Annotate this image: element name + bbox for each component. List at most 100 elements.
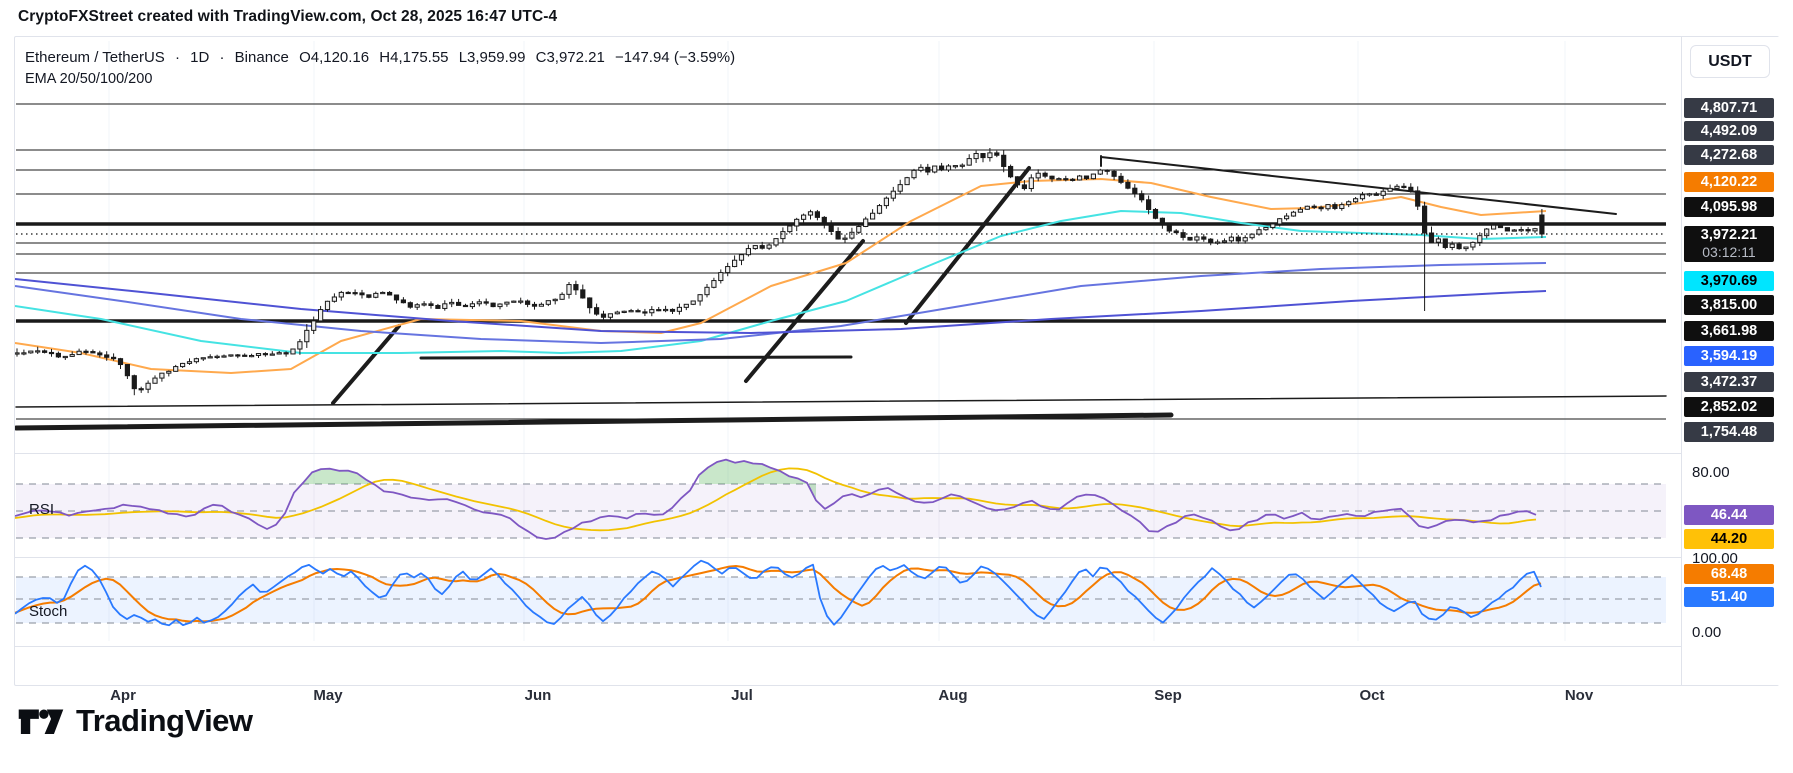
main-pane bbox=[15, 104, 1666, 428]
candle-body bbox=[664, 309, 668, 310]
credit-line: CryptoFXStreet created with TradingView.… bbox=[18, 8, 557, 26]
pane-separator-2[interactable] bbox=[15, 557, 1778, 558]
candle-body bbox=[1285, 216, 1289, 219]
candle-body bbox=[118, 359, 122, 365]
candle-body bbox=[843, 238, 847, 239]
ohlc-open: O4,120.16 bbox=[299, 49, 369, 66]
ohlc-high: H4,175.55 bbox=[379, 49, 448, 66]
candle-body bbox=[236, 355, 240, 356]
candle-body bbox=[1064, 179, 1068, 180]
price-axis-label: 1,754.48 bbox=[1684, 422, 1774, 442]
currency-toggle-button[interactable]: USDT bbox=[1690, 45, 1770, 78]
candle-body bbox=[491, 303, 495, 306]
candle-body bbox=[967, 159, 971, 166]
price-axis-label: 3,594.19 bbox=[1684, 346, 1774, 366]
stoch-axis-label: 68.48 bbox=[1684, 564, 1774, 584]
symbol-legend[interactable]: Ethereum / TetherUS · 1D · Binance O4,12… bbox=[25, 49, 741, 66]
candle-body bbox=[733, 260, 737, 266]
rsi-axis-label: 80.00 bbox=[1692, 464, 1730, 481]
rsi-axis-label: 46.44 bbox=[1684, 505, 1774, 525]
candle-body bbox=[1126, 182, 1130, 188]
chart-widget[interactable]: Ethereum / TetherUS · 1D · Binance O4,12… bbox=[14, 36, 1779, 686]
candle-body bbox=[836, 231, 840, 239]
time-axis-month-may: May bbox=[313, 687, 342, 704]
candle-body bbox=[1333, 205, 1337, 209]
candle-body bbox=[712, 281, 716, 288]
candle-body bbox=[1153, 209, 1157, 218]
stoch-axis-label: 0.00 bbox=[1692, 624, 1721, 641]
candle-body bbox=[1298, 209, 1302, 212]
change: −147.94 (−3.59%) bbox=[615, 49, 735, 66]
candle-body bbox=[822, 217, 826, 224]
candle-body bbox=[174, 367, 178, 372]
candle-body bbox=[1443, 239, 1447, 248]
candle-body bbox=[394, 295, 398, 300]
candle-body bbox=[477, 302, 481, 304]
candle-body bbox=[1423, 206, 1427, 233]
candle-body bbox=[43, 351, 47, 353]
candle-body bbox=[160, 373, 164, 378]
candle-body bbox=[739, 255, 743, 261]
candle-body bbox=[1036, 173, 1040, 178]
candle-body bbox=[381, 292, 385, 293]
stoch-pane-label[interactable]: Stoch bbox=[29, 603, 67, 620]
candle-body bbox=[484, 302, 488, 303]
candle-body bbox=[443, 304, 447, 309]
candle-body bbox=[1340, 205, 1344, 209]
candle-body bbox=[946, 166, 950, 170]
candle-body bbox=[719, 273, 723, 281]
chart-canvas[interactable] bbox=[15, 37, 1780, 685]
candle-body bbox=[215, 356, 219, 357]
candle-body bbox=[360, 293, 364, 295]
trendline bbox=[16, 415, 1171, 428]
candle-body bbox=[746, 249, 750, 255]
candle-body bbox=[519, 301, 523, 302]
candle-body bbox=[1409, 187, 1413, 191]
stoch-pane bbox=[15, 561, 1666, 626]
tradingview-logo[interactable]: TradingView bbox=[18, 700, 253, 742]
pane-separator-1[interactable] bbox=[15, 453, 1778, 454]
candle-body bbox=[808, 212, 812, 215]
candle-body bbox=[353, 293, 357, 294]
candle-body bbox=[470, 304, 474, 307]
candle-body bbox=[905, 178, 909, 185]
candle-body bbox=[657, 310, 661, 311]
candle-body bbox=[1492, 225, 1496, 229]
candle-body bbox=[1305, 206, 1309, 209]
candle-body bbox=[1319, 207, 1323, 208]
stoch-axis-label: 51.40 bbox=[1684, 587, 1774, 607]
candle-body bbox=[1084, 176, 1088, 179]
candle-body bbox=[1195, 237, 1199, 240]
candle-body bbox=[29, 351, 33, 353]
candle-body bbox=[105, 355, 109, 357]
candle-body bbox=[857, 226, 861, 232]
candle-body bbox=[1022, 185, 1026, 189]
candle-body bbox=[539, 304, 543, 306]
ema20-line bbox=[15, 179, 1546, 373]
candle-body bbox=[256, 354, 260, 356]
candle-body bbox=[63, 356, 67, 357]
candle-body bbox=[864, 219, 868, 226]
tradingview-logo-text: TradingView bbox=[76, 703, 253, 739]
symbol-name[interactable]: Ethereum / TetherUS bbox=[25, 49, 165, 66]
candle-body bbox=[36, 351, 40, 352]
rsi-pane-label[interactable]: RSI bbox=[29, 501, 54, 518]
candle-body bbox=[263, 354, 267, 355]
trendline bbox=[333, 326, 399, 403]
candle-body bbox=[1050, 176, 1054, 179]
ema-legend[interactable]: EMA 20/50/100/200 bbox=[25, 71, 152, 87]
candle-body bbox=[422, 304, 426, 305]
candle-body bbox=[284, 353, 288, 354]
candle-body bbox=[1360, 195, 1364, 199]
candle-body bbox=[505, 302, 509, 304]
price-axis[interactable]: USDT 4,807.714,492.094,272.684,120.224,0… bbox=[1681, 37, 1779, 685]
price-axis-label: 3,661.98 bbox=[1684, 321, 1774, 341]
candle-body bbox=[1250, 234, 1254, 238]
candle-body bbox=[332, 297, 336, 301]
candle-body bbox=[1271, 224, 1275, 228]
interval[interactable]: 1D bbox=[190, 49, 209, 66]
price-axis-label: 2,852.02 bbox=[1684, 397, 1774, 417]
exchange[interactable]: Binance bbox=[235, 49, 289, 66]
candle-body bbox=[1464, 247, 1468, 249]
candle-body bbox=[22, 353, 26, 354]
